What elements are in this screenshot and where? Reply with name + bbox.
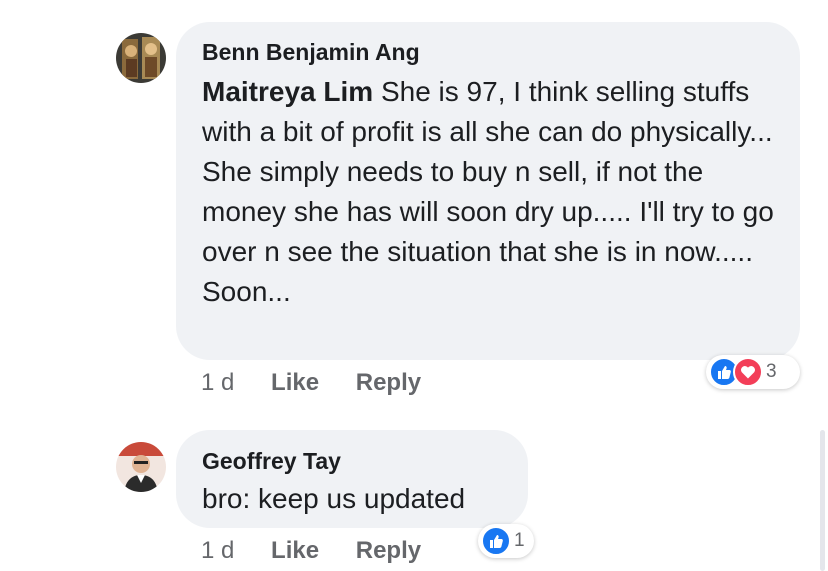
- reaction-summary[interactable]: 3: [706, 355, 800, 389]
- like-button[interactable]: Like: [271, 369, 319, 396]
- comment-author[interactable]: Geoffrey Tay: [202, 448, 341, 475]
- comment-actions: 1 d Like Reply: [201, 369, 421, 397]
- comment-author[interactable]: Benn Benjamin Ang: [202, 39, 420, 66]
- reaction-summary[interactable]: 1: [478, 524, 534, 558]
- comment-thread: Benn Benjamin Ang Maitreya Lim She is 97…: [0, 0, 828, 571]
- comment-timestamp[interactable]: 1 d: [201, 369, 234, 396]
- comment-actions: 1 d Like Reply: [201, 537, 421, 565]
- love-reaction-icon: [733, 357, 763, 387]
- reaction-count: 1: [514, 530, 525, 551]
- scrollbar[interactable]: [820, 430, 825, 571]
- comment-text: bro: keep us updated: [202, 483, 466, 514]
- avatar[interactable]: [116, 33, 166, 83]
- avatar-image: [116, 33, 166, 83]
- reply-button[interactable]: Reply: [356, 537, 421, 564]
- comment-body: She is 97, I think selling stuffs with a…: [202, 76, 774, 307]
- reaction-count: 3: [766, 361, 777, 382]
- reply-button[interactable]: Reply: [356, 369, 421, 396]
- like-button[interactable]: Like: [271, 537, 319, 564]
- comment-timestamp[interactable]: 1 d: [201, 537, 234, 564]
- like-reaction-icon: [481, 526, 511, 556]
- comment-text: Maitreya Lim She is 97, I think selling …: [202, 72, 784, 312]
- avatar[interactable]: [116, 442, 166, 492]
- avatar-image: [116, 442, 166, 492]
- mention-link[interactable]: Maitreya Lim: [202, 76, 373, 107]
